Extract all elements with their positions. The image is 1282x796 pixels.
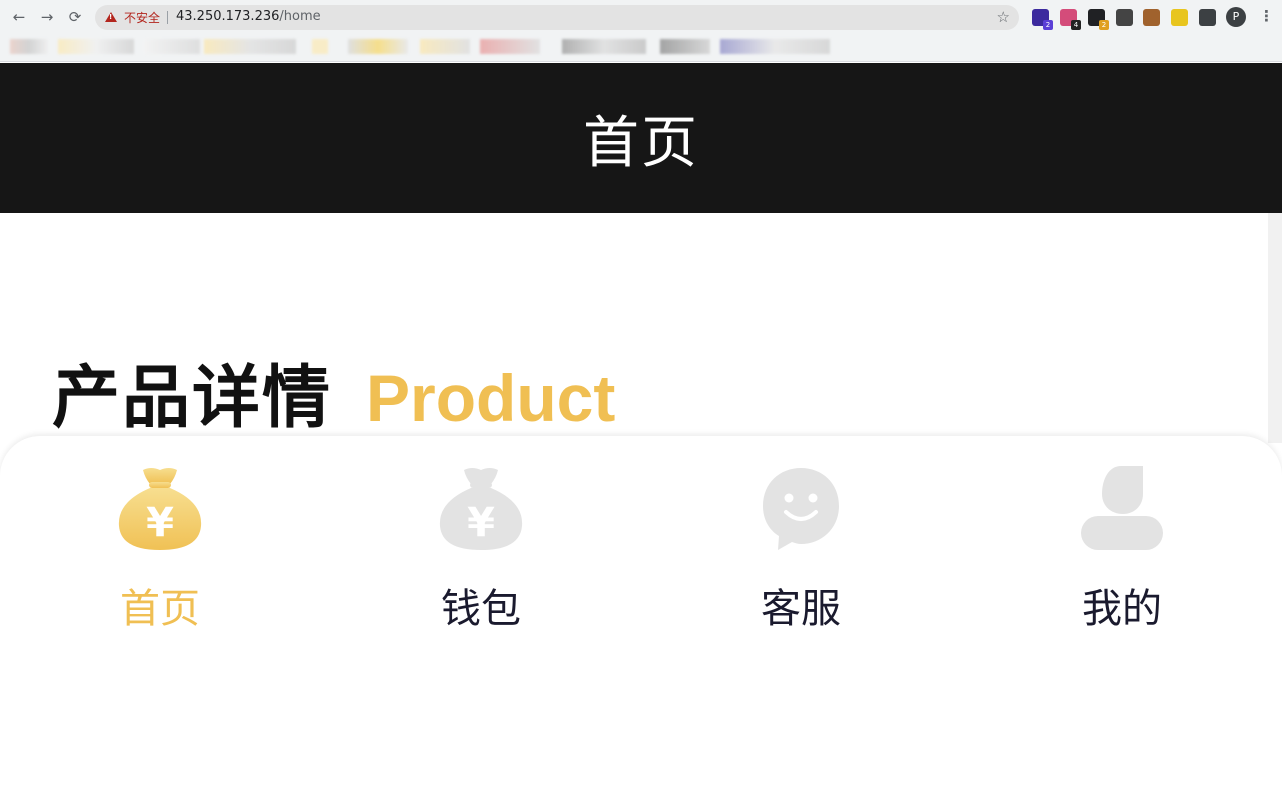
svg-text:¥: ¥ (146, 500, 174, 546)
section-title-en: Product (366, 361, 616, 435)
app-header: 首页 (0, 63, 1282, 213)
bookmark-item[interactable] (420, 39, 470, 54)
url-text[interactable]: 43.250.173.236/home (176, 9, 321, 24)
ext-6-icon[interactable] (1171, 9, 1188, 26)
bookmarks-bar (0, 35, 1282, 61)
warning-icon (105, 12, 117, 22)
bookmark-item[interactable] (10, 39, 48, 54)
ext-3-icon[interactable]: 2 (1088, 9, 1109, 30)
insecure-label: 不安全 (124, 11, 161, 25)
browser-menu-icon[interactable]: ⋮ (1259, 7, 1274, 25)
tab-label: 钱包 (441, 586, 521, 632)
bottom-tab-bar: ¥ 首页 ¥ 钱包 客服 我的 (0, 436, 1282, 796)
tab-home[interactable]: ¥ 首页 (80, 464, 240, 634)
url-path: /home (279, 9, 321, 24)
money-bag-icon: ¥ (115, 464, 205, 554)
bookmark-item[interactable] (348, 39, 408, 54)
chat-smile-icon (756, 464, 846, 554)
bookmark-item[interactable] (144, 39, 200, 54)
address-bar[interactable]: 不安全 43.250.173.236/home ☆ (95, 5, 1019, 30)
bookmark-star-icon[interactable]: ☆ (997, 8, 1010, 26)
tab-label: 客服 (761, 586, 841, 632)
profile-avatar[interactable]: P (1226, 7, 1246, 27)
extension-badge: 2 (1043, 20, 1053, 30)
browser-toolbar: ← → ⟳ 不安全 43.250.173.236/home ☆ 2 4 2 P ⋮ (0, 0, 1282, 35)
tab-wallet[interactable]: ¥ 钱包 (401, 464, 561, 634)
tab-label: 我的 (1082, 586, 1162, 632)
back-icon[interactable]: ← (8, 6, 30, 28)
bookmark-item[interactable] (480, 39, 540, 54)
tab-support[interactable]: 客服 (721, 464, 881, 634)
tab-label: 首页 (120, 586, 200, 632)
ext-1-icon[interactable]: 2 (1032, 9, 1053, 30)
ext-5-icon[interactable] (1143, 9, 1160, 26)
bookmark-item[interactable] (562, 39, 646, 54)
money-bag-icon: ¥ (436, 464, 526, 554)
tab-profile[interactable]: 我的 (1042, 464, 1202, 634)
extension-badge: 2 (1099, 20, 1109, 30)
ext-2-icon[interactable]: 4 (1060, 9, 1081, 30)
forward-icon[interactable]: → (36, 6, 58, 28)
url-host: 43.250.173.236 (176, 9, 280, 24)
bookmark-item[interactable] (204, 39, 296, 54)
ext-4-icon[interactable] (1116, 9, 1133, 26)
page-title: 首页 (583, 110, 699, 176)
bookmark-item[interactable] (312, 39, 328, 54)
bookmark-item[interactable] (58, 39, 134, 54)
bookmark-item[interactable] (660, 39, 710, 54)
user-icon (1077, 464, 1167, 554)
browser-chrome: ← → ⟳ 不安全 43.250.173.236/home ☆ 2 4 2 P ⋮ (0, 0, 1282, 62)
ext-7-icon[interactable] (1199, 9, 1216, 26)
reload-icon[interactable]: ⟳ (64, 6, 86, 28)
bookmark-item[interactable] (720, 39, 830, 54)
svg-text:¥: ¥ (467, 500, 495, 546)
section-heading: 产品详情 Product (52, 342, 615, 441)
omnibox-separator (167, 11, 168, 24)
scrollbar[interactable] (1268, 213, 1282, 443)
section-title-cn: 产品详情 (52, 359, 333, 438)
extension-badge: 4 (1071, 20, 1081, 30)
